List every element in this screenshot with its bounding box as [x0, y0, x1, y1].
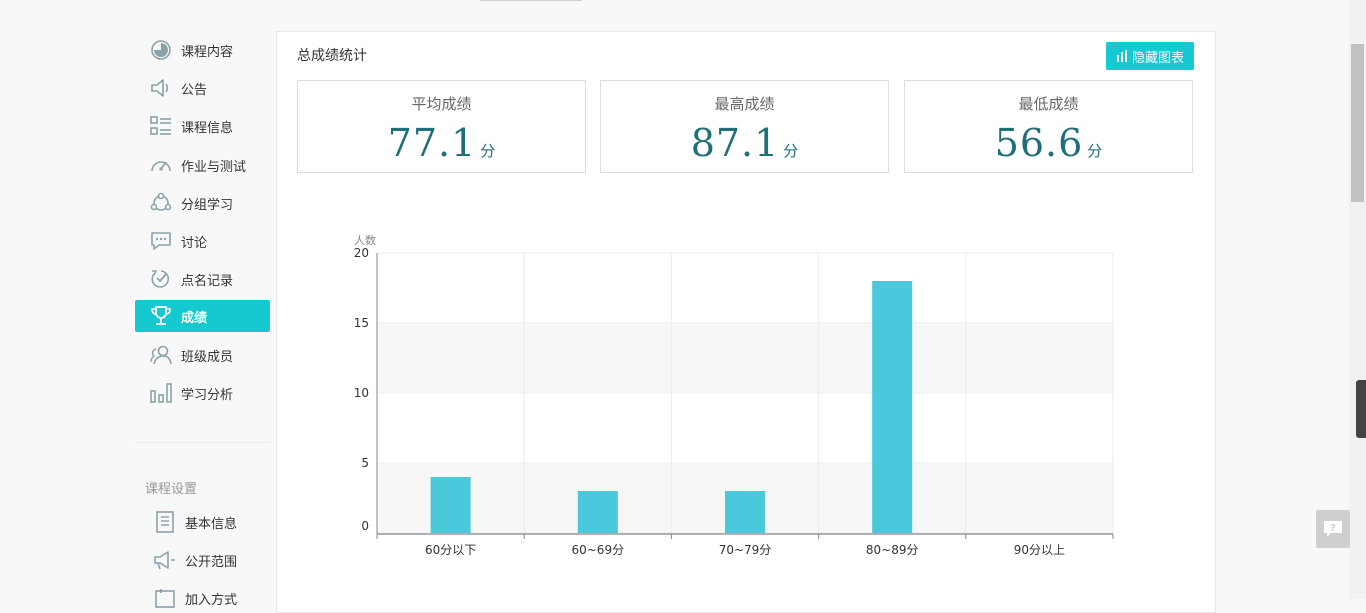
- x-tick-label: 80~89分: [866, 543, 919, 557]
- y-tick-label: 20: [354, 246, 369, 260]
- bar: [430, 477, 471, 533]
- y-tick-label: 5: [361, 456, 369, 470]
- bar: [577, 491, 618, 533]
- x-tick-label: 90分以上: [1014, 543, 1065, 557]
- question-chat-icon: ?: [1324, 521, 1342, 537]
- y-tick-label: 0: [361, 519, 369, 533]
- scrollbar-thumb[interactable]: [1351, 44, 1364, 202]
- grade-distribution-chart: 0 5 10 15 20人数 60分以下 60~69分 70~79分 80~89分 90分以上: [354, 234, 1114, 557]
- svg-text:?: ?: [1330, 523, 1336, 534]
- y-tick-label: 10: [354, 386, 369, 400]
- y-tick-label: 15: [354, 316, 369, 330]
- y-axis-label: 人数: [354, 234, 376, 247]
- x-tick-label: 60分以下: [425, 543, 476, 557]
- grid-band: [377, 323, 1113, 393]
- help-button[interactable]: ?: [1316, 510, 1350, 548]
- side-tool-widget[interactable]: [1356, 380, 1366, 438]
- x-tick-label: 70~79分: [719, 543, 772, 557]
- x-tick-label: 60~69分: [571, 543, 624, 557]
- bar: [872, 281, 913, 533]
- bar: [725, 491, 765, 533]
